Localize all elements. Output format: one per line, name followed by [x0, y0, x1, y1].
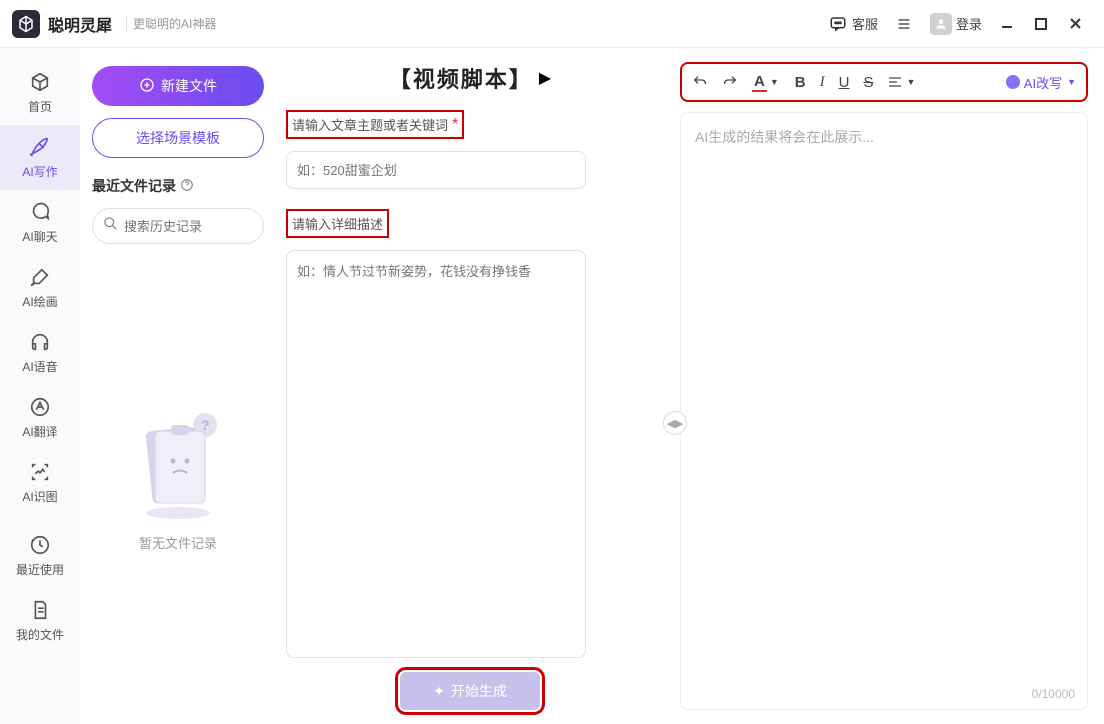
- nav-recent-label: 最近使用: [16, 561, 64, 578]
- nav-ai-voice[interactable]: AI语音: [0, 320, 80, 385]
- plus-circle-icon: [139, 77, 155, 96]
- generate-button[interactable]: ✦ 开始生成: [400, 672, 540, 710]
- underline-button[interactable]: U: [839, 74, 850, 91]
- nav-files-label: 我的文件: [16, 626, 64, 643]
- dialog-icon: [28, 200, 52, 224]
- nav-ai-chat[interactable]: AI聊天: [0, 190, 80, 255]
- empty-state-text: 暂无文件记录: [139, 533, 217, 552]
- empty-clipboard-illustration: ?: [133, 411, 223, 521]
- avatar-placeholder-icon: [930, 13, 952, 35]
- app-name: 聪明灵犀: [48, 12, 112, 36]
- translate-icon: [28, 395, 52, 419]
- image-scan-icon: [28, 460, 52, 484]
- nav-ai-paint[interactable]: AI绘画: [0, 255, 80, 320]
- nav-write-label: AI写作: [22, 163, 57, 180]
- page-title: 【视频脚本】: [389, 62, 533, 94]
- new-file-label: 新建文件: [161, 76, 217, 96]
- char-counter: 0/10000: [1032, 687, 1075, 701]
- document-icon: [28, 598, 52, 622]
- italic-button[interactable]: I: [820, 74, 825, 91]
- pen-icon: [28, 135, 52, 159]
- search-icon: [103, 216, 118, 236]
- support-label: 客服: [852, 14, 878, 33]
- align-button[interactable]: ▼: [887, 74, 915, 90]
- strike-button[interactable]: S: [863, 74, 873, 91]
- generate-label: 开始生成: [451, 681, 507, 701]
- new-file-button[interactable]: 新建文件: [92, 66, 264, 106]
- nav-ai-translate[interactable]: AI翻译: [0, 385, 80, 450]
- ai-rewrite-label: AI改写: [1024, 73, 1062, 92]
- chat-bubble-icon: [828, 14, 848, 34]
- result-placeholder: AI生成的结果将会在此展示...: [695, 129, 874, 145]
- window-maximize[interactable]: [1024, 9, 1058, 39]
- nav-ai-vision[interactable]: AI识图: [0, 450, 80, 515]
- svg-text:?: ?: [201, 417, 210, 433]
- purple-dot-icon: [1006, 75, 1020, 89]
- scene-template-button[interactable]: 选择场景模板: [92, 118, 264, 158]
- ai-rewrite-button[interactable]: AI改写 ▼: [1006, 73, 1076, 92]
- undo-button[interactable]: [692, 74, 708, 90]
- nav-vision-label: AI识图: [22, 488, 57, 505]
- description-textarea[interactable]: [286, 250, 586, 658]
- nav-home[interactable]: 首页: [0, 60, 80, 125]
- font-color-button[interactable]: A▼: [752, 73, 779, 92]
- menu-button[interactable]: [886, 10, 922, 38]
- help-icon[interactable]: [180, 178, 194, 195]
- nav-chat-label: AI聊天: [22, 228, 57, 245]
- nav-home-label: 首页: [28, 98, 52, 115]
- ai-result-output[interactable]: ◀▶ AI生成的结果将会在此展示... 0/10000: [680, 112, 1088, 710]
- nav-recent[interactable]: 最近使用: [0, 523, 80, 588]
- cube-icon: [28, 70, 52, 94]
- brush-icon: [28, 265, 52, 289]
- support-button[interactable]: 客服: [820, 10, 886, 38]
- play-icon[interactable]: ▶: [539, 68, 551, 88]
- nav-translate-label: AI翻译: [22, 423, 57, 440]
- sparkle-icon: ✦: [433, 683, 445, 700]
- clock-icon: [28, 533, 52, 557]
- bold-button[interactable]: B: [795, 74, 806, 91]
- nav-ai-write[interactable]: AI写作: [0, 125, 80, 190]
- recent-files-header: 最近文件记录: [92, 176, 176, 196]
- nav-my-files[interactable]: 我的文件: [0, 588, 80, 653]
- scene-template-label: 选择场景模板: [136, 128, 220, 148]
- required-asterisk: *: [452, 116, 458, 134]
- login-button[interactable]: 登录: [922, 9, 990, 39]
- window-minimize[interactable]: [990, 9, 1024, 39]
- search-history-box[interactable]: [92, 208, 264, 244]
- resize-handle[interactable]: ◀▶: [663, 411, 687, 435]
- app-logo-icon: [12, 10, 40, 38]
- search-history-input[interactable]: [124, 219, 300, 234]
- hamburger-icon: [894, 14, 914, 34]
- topic-input[interactable]: [286, 151, 586, 189]
- nav-paint-label: AI绘画: [22, 293, 57, 310]
- description-label: 请输入详细描述: [292, 214, 383, 233]
- login-label: 登录: [956, 14, 982, 33]
- window-close[interactable]: [1058, 9, 1092, 39]
- app-tagline: 更聪明的AI神器: [126, 15, 216, 32]
- nav-voice-label: AI语音: [22, 358, 57, 375]
- topic-label: 请输入文章主题或者关键词: [292, 115, 448, 134]
- redo-button[interactable]: [722, 74, 738, 90]
- headphones-icon: [28, 330, 52, 354]
